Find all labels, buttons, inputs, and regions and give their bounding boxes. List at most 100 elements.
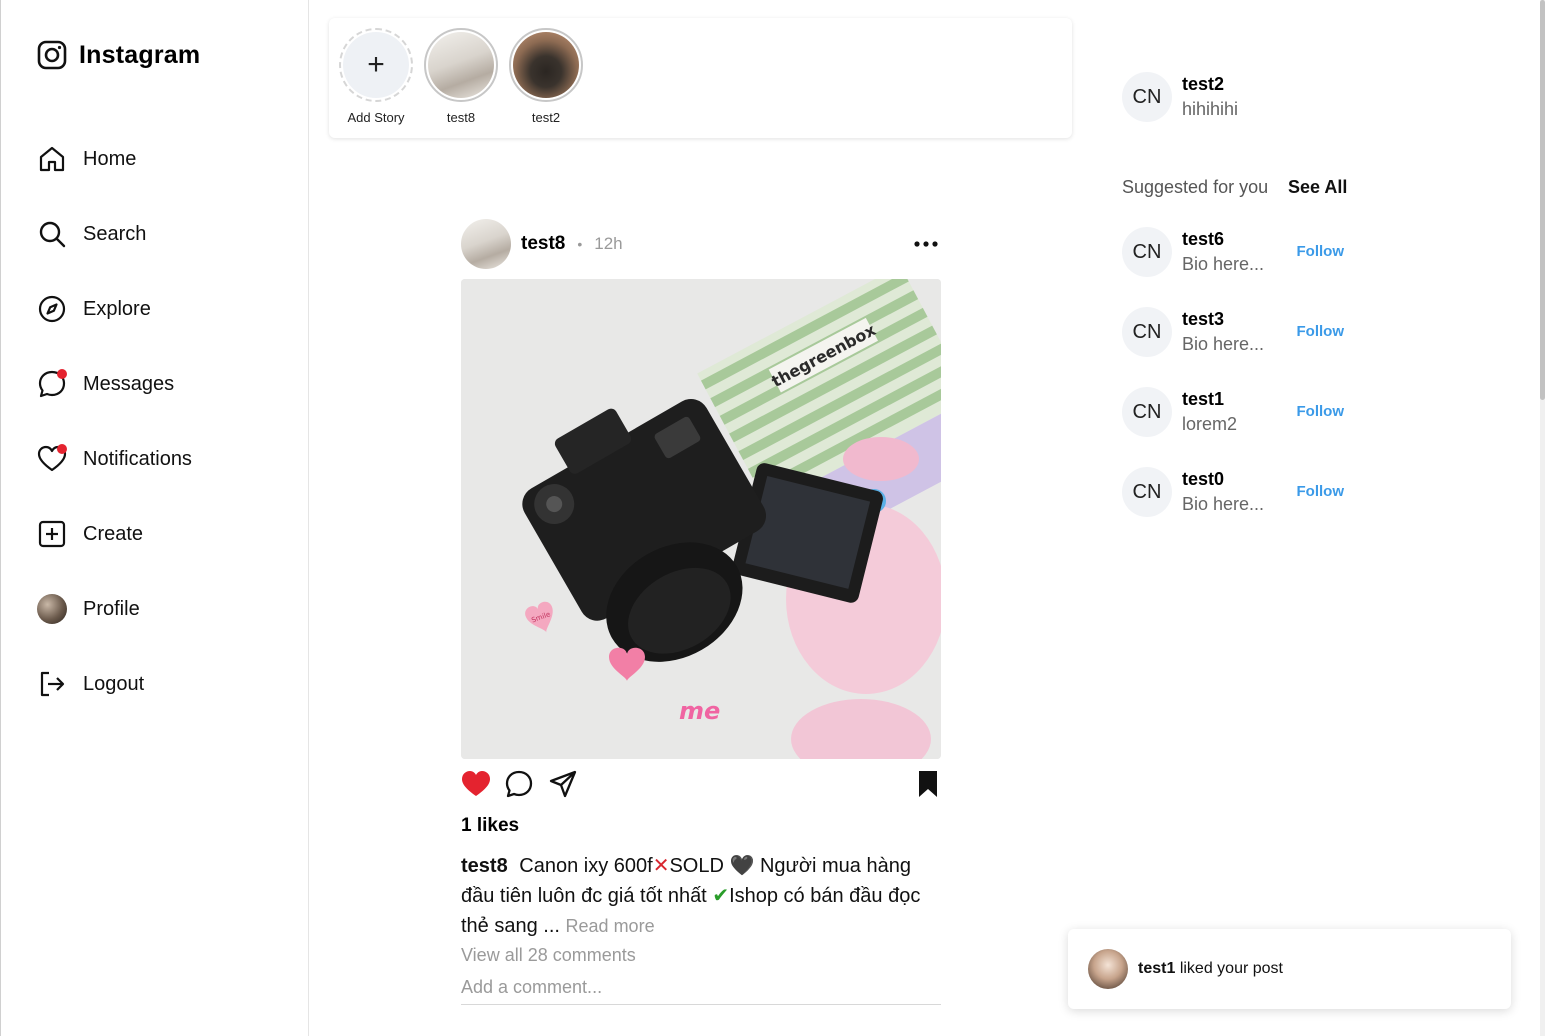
cross-mark-icon: ✕ [652,855,670,877]
story-ring: + [339,28,413,102]
compass-icon [37,294,67,324]
suggested-user-name[interactable]: test0 [1182,469,1264,490]
suggested-user-bio: Bio here... [1182,254,1265,274]
check-mark-icon: ✔ [712,885,730,907]
suggested-user: CN test3 Bio here... Follow [1122,307,1344,357]
post-author-avatar[interactable] [461,219,511,269]
likes-count[interactable]: 1 likes [461,815,519,837]
see-all-link[interactable]: See All [1288,177,1347,198]
nav-label-home: Home [83,147,137,170]
suggested-user-bio: Bio here... [1182,334,1265,354]
avatar[interactable]: CN [1122,307,1172,357]
story-label: test8 [446,110,476,125]
suggested-user: CN test1 lorem2 Follow [1122,387,1344,437]
post: test8 • 12h thegreenbox Smile me 1 likes… [461,219,941,1005]
story-test2[interactable]: test2 [508,28,584,125]
sticker-me-text: me [679,697,720,725]
current-user[interactable]: CN test2 hihihihi [1122,72,1238,122]
notification-toast[interactable]: test1 liked your post [1068,929,1511,1009]
message-icon [37,369,67,399]
read-more-link[interactable]: Read more [566,916,655,936]
nav-label-explore: Explore [83,297,151,320]
save-bookmark-icon[interactable] [913,769,943,799]
stories-bar: + Add Story test8 test2 [329,18,1072,138]
caption-username[interactable]: test8 [461,855,508,877]
avatar [37,594,67,624]
nav-item-messages[interactable]: Messages [37,369,174,399]
profile-avatar-wrap [37,594,67,624]
share-icon[interactable] [548,769,578,799]
post-header: test8 • 12h [461,219,941,269]
caption-text-1: Canon ixy 600f [519,855,653,877]
story-avatar [428,32,494,98]
follow-button[interactable]: Follow [1297,403,1345,420]
toast-text: liked your post [1179,960,1283,977]
suggested-title: Suggested for you [1122,177,1269,197]
suggested-user-name[interactable]: test3 [1182,309,1264,330]
avatar: CN [1122,72,1172,122]
toast-message: test1 liked your post [1138,960,1283,978]
plus-square-icon [37,519,67,549]
add-story-plus-icon: + [343,32,409,98]
nav-label-logout: Logout [83,672,145,695]
story-label: Add Story [347,110,405,125]
follow-button[interactable]: Follow [1297,323,1345,340]
sidebar: Instagram Home Search Explore Messages N… [0,0,309,1036]
avatar[interactable]: CN [1122,467,1172,517]
suggested-user-bio: Bio here... [1182,494,1265,514]
follow-button[interactable]: Follow [1297,483,1345,500]
post-author-name[interactable]: test8 [521,233,565,255]
comment-icon[interactable] [504,769,534,799]
add-comment-input[interactable] [461,971,941,1005]
post-caption: test8 Canon ixy 600f✕SOLD 🖤 Người mua hà… [461,851,941,941]
nav-item-logout[interactable]: Logout [37,669,144,699]
notifications-badge-dot [57,444,67,454]
suggested-user-name[interactable]: test1 [1182,389,1237,410]
instagram-logo-icon [37,40,67,70]
messages-badge-dot [57,369,67,379]
current-user-bio: hihihihi [1182,99,1239,119]
suggested-user: CN test6 Bio here... Follow [1122,227,1344,277]
avatar[interactable]: CN [1122,387,1172,437]
nav-label-create: Create [83,522,144,545]
search-icon [37,219,67,249]
follow-button[interactable]: Follow [1297,243,1345,260]
page-scrollbar[interactable] [1540,0,1545,1036]
nav-item-home[interactable]: Home [37,144,136,174]
nav-label-messages: Messages [83,372,175,395]
story-add[interactable]: + Add Story [338,28,414,125]
story-ring [509,28,583,102]
current-user-name: test2 [1182,74,1225,94]
toast-user: test1 [1138,960,1176,977]
caption-sold: SOLD [669,855,724,877]
nav-item-explore[interactable]: Explore [37,294,151,324]
story-test8[interactable]: test8 [423,28,499,125]
post-actions [461,769,941,801]
home-icon [37,144,67,174]
brand[interactable]: Instagram [37,40,200,70]
black-heart-icon: 🖤 [729,855,755,877]
story-avatar [513,32,579,98]
avatar[interactable]: CN [1122,227,1172,277]
like-heart-icon[interactable] [461,769,491,799]
view-comments-link[interactable]: View all 28 comments [461,945,636,966]
post-separator-dot: • [577,236,583,252]
heart-icon [37,444,67,474]
nav-item-profile[interactable]: Profile [37,594,140,624]
suggested-user-name[interactable]: test6 [1182,229,1264,250]
logout-icon [37,669,67,699]
more-options-icon[interactable] [913,231,939,257]
nav-label-profile: Profile [83,597,140,620]
post-time: 12h [594,234,623,253]
suggested-user: CN test0 Bio here... Follow [1122,467,1344,517]
scrollbar-thumb[interactable] [1540,0,1545,400]
avatar [1088,949,1128,989]
nav-label-notifications: Notifications [83,447,192,470]
post-image[interactable]: thegreenbox Smile me [461,279,941,759]
nav-item-create[interactable]: Create [37,519,143,549]
nav-item-search[interactable]: Search [37,219,146,249]
nav-item-notifications[interactable]: Notifications [37,444,192,474]
suggested-user-bio: lorem2 [1182,414,1238,434]
brand-title: Instagram [79,40,201,69]
story-ring [424,28,498,102]
